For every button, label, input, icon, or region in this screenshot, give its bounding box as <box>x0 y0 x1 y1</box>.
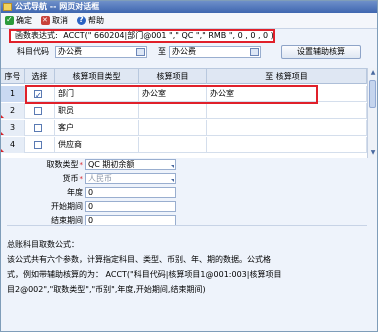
fetch-type-select[interactable]: QC 期初余额 <box>85 159 176 170</box>
scroll-thumb[interactable] <box>369 80 376 108</box>
lookup-icon[interactable] <box>136 48 145 56</box>
fetch-type-row: 取数类型* QC 期初余额 <box>1 159 201 171</box>
help-button[interactable]: 帮助 <box>77 14 104 27</box>
col-header-to-item: 至 核算项目 <box>207 69 367 84</box>
subject-from-input[interactable]: 办公费 <box>55 46 147 58</box>
col-header-num: 序号 <box>1 69 25 84</box>
row-number: 4 <box>1 137 25 153</box>
help-label: 帮助 <box>88 16 104 25</box>
col-header-item: 核算项目 <box>139 69 207 84</box>
cancel-label: 取消 <box>52 16 68 25</box>
description-line-1: 该公式共有六个参数，计算指定科目、类型、币别、年、期的数据。公式格 <box>7 255 271 264</box>
subject-to-label: 至 <box>158 47 166 56</box>
subject-from-value: 办公费 <box>58 47 82 56</box>
row-checkbox[interactable] <box>34 141 42 149</box>
formula-description: 总账科目取数公式： 该公式共有六个参数，计算指定科目、类型、币别、年、期的数据。… <box>7 237 373 331</box>
formula-expression-field[interactable]: 函数表达式: ACCT(" 660204|部门@001 "," QC "," R… <box>9 29 275 43</box>
start-period-row: 开始期间 0 <box>1 201 201 213</box>
type-cell[interactable]: 职员 <box>55 103 139 119</box>
row-highlight-frame <box>25 85 318 104</box>
aux-accounting-button[interactable]: 设置辅助核算 <box>281 45 361 59</box>
select-cell <box>25 103 55 119</box>
table-row[interactable]: 4 供应商 <box>1 137 367 153</box>
to-item-cell[interactable] <box>207 137 367 153</box>
scroll-down-icon[interactable]: ▼ <box>369 149 377 157</box>
description-line-2: 式，例如带辅助核算的为： ACCT("科目代码|核算项目1@001:003|核算… <box>7 270 282 279</box>
type-cell[interactable]: 供应商 <box>55 137 139 153</box>
description-line-3: 目2@002","取数类型","币别",年度,开始期间,结束期间) <box>7 285 206 294</box>
row-marker <box>1 149 4 152</box>
item-cell[interactable] <box>139 137 207 153</box>
start-period-label: 开始期间 <box>51 202 83 211</box>
description-title: 总账科目取数公式： <box>7 240 79 249</box>
row-marker <box>1 132 4 135</box>
year-input[interactable]: 0 <box>85 187 176 198</box>
parameter-panel: 取数类型* QC 期初余额 货币* 人民币 年度 0 开始期间 0 结束期间 0 <box>1 159 377 226</box>
to-item-cell[interactable] <box>207 103 367 119</box>
col-header-type: 核算项目类型 <box>55 69 139 84</box>
grid-scrollbar[interactable]: ▲ ▼ <box>367 68 377 158</box>
formula-navigator-dialog: 公式导航 -- 网页对话框 确定 取消 帮助 函数表达式: ACCT(" 660… <box>0 0 378 332</box>
currency-select[interactable]: 人民币 <box>85 173 176 184</box>
scroll-up-icon[interactable]: ▲ <box>369 69 377 77</box>
year-label: 年度 <box>67 188 83 197</box>
table-row[interactable]: 3 客户 <box>1 120 367 136</box>
start-period-input[interactable]: 0 <box>85 201 176 212</box>
divider <box>7 225 367 226</box>
formula-expression-value: ACCT(" 660204|部门@001 "," QC "," RMB ", 0… <box>63 31 274 40</box>
select-cell <box>25 120 55 136</box>
table-row[interactable]: 2 职员 <box>1 103 367 119</box>
subject-to-input[interactable]: 办公费 <box>169 46 261 58</box>
title-bar: 公式导航 -- 网页对话框 <box>1 1 377 13</box>
col-header-select: 选择 <box>25 69 55 84</box>
fetch-type-label: 取数类型* <box>46 160 84 169</box>
row-number: 2 <box>1 103 25 119</box>
item-cell[interactable] <box>139 103 207 119</box>
toolbar: 确定 取消 帮助 <box>1 13 377 29</box>
subject-code-label: 科目代码 <box>17 47 49 56</box>
checkmark-icon <box>5 14 14 26</box>
formula-expression-label: 函数表达式: <box>15 31 58 40</box>
item-cell[interactable] <box>139 120 207 136</box>
year-row: 年度 0 <box>1 187 201 199</box>
window-title: 公式导航 -- 网页对话框 <box>15 2 100 11</box>
row-number: 1 <box>1 86 25 102</box>
close-icon <box>41 14 50 26</box>
help-icon <box>77 14 86 26</box>
to-item-cell[interactable] <box>207 120 367 136</box>
grid-header: 序号 选择 核算项目类型 核算项目 至 核算项目 <box>1 69 367 84</box>
currency-row: 货币* 人民币 <box>1 173 201 185</box>
row-checkbox[interactable] <box>34 124 42 132</box>
app-icon <box>3 3 12 11</box>
type-cell[interactable]: 客户 <box>55 120 139 136</box>
lookup-icon[interactable] <box>250 48 259 56</box>
row-number: 3 <box>1 120 25 136</box>
ok-label: 确定 <box>16 16 32 25</box>
currency-label: 货币* <box>62 174 84 183</box>
ok-button[interactable]: 确定 <box>5 14 32 27</box>
subject-to-value: 办公费 <box>172 47 196 56</box>
row-checkbox[interactable] <box>34 107 42 115</box>
select-cell <box>25 137 55 153</box>
cancel-button[interactable]: 取消 <box>41 14 68 27</box>
row-marker <box>1 115 4 118</box>
accounting-items-grid: 序号 选择 核算项目类型 核算项目 至 核算项目 1 部门 办公室 办公室 2 … <box>1 68 367 158</box>
